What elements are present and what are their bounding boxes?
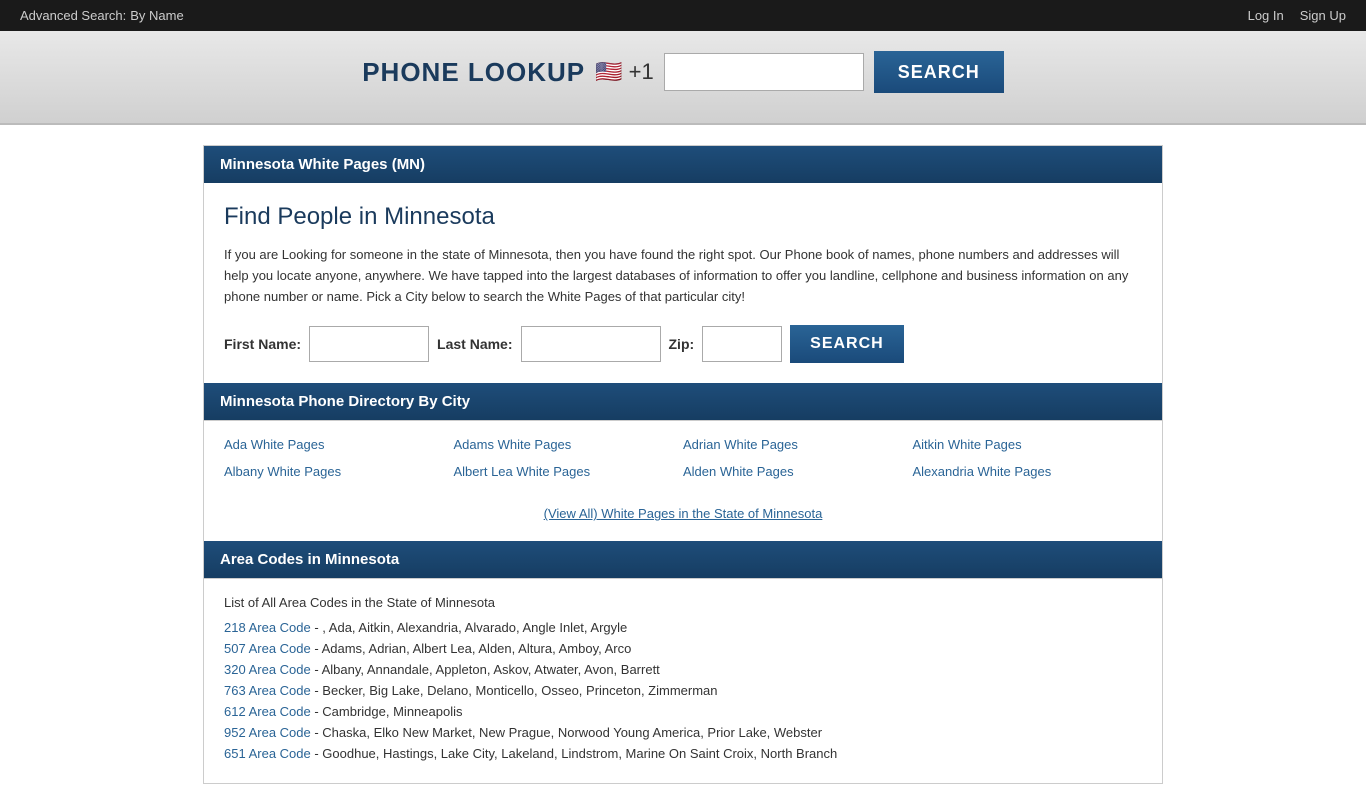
last-name-label: Last Name: bbox=[437, 336, 512, 352]
area-code-description: - , Ada, Aitkin, Alexandria, Alvarado, A… bbox=[311, 620, 628, 635]
area-code-link[interactable]: 218 Area Code bbox=[224, 620, 311, 635]
area-code-row: 763 Area Code - Becker, Big Lake, Delano… bbox=[224, 683, 1142, 698]
area-code-row: 218 Area Code - , Ada, Aitkin, Alexandri… bbox=[224, 620, 1142, 635]
area-code-link[interactable]: 651 Area Code bbox=[224, 746, 311, 761]
view-all-white-pages-link[interactable]: (View All) White Pages in the State of M… bbox=[544, 506, 823, 521]
area-code-row: 320 Area Code - Albany, Annandale, Apple… bbox=[224, 662, 1142, 677]
advanced-search-text: Advanced Search: bbox=[20, 8, 126, 23]
country-code: 🇺🇸 +1 bbox=[595, 59, 654, 85]
city-link[interactable]: Adams White Pages bbox=[454, 437, 684, 452]
area-code-description: - Chaska, Elko New Market, New Prague, N… bbox=[311, 725, 822, 740]
city-links-grid: Ada White PagesAdams White PagesAdrian W… bbox=[204, 421, 1162, 495]
city-link[interactable]: Ada White Pages bbox=[224, 437, 454, 452]
phone-number-input[interactable] bbox=[664, 53, 864, 91]
find-people-title: Find People in Minnesota bbox=[224, 203, 1142, 231]
area-code-link[interactable]: 612 Area Code bbox=[224, 704, 311, 719]
zip-input[interactable] bbox=[702, 326, 782, 362]
area-code-description: - Albany, Annandale, Appleton, Askov, At… bbox=[311, 662, 660, 677]
city-link[interactable]: Albert Lea White Pages bbox=[454, 464, 684, 479]
signup-link[interactable]: Sign Up bbox=[1300, 8, 1346, 23]
area-codes-content: List of All Area Codes in the State of M… bbox=[204, 579, 1162, 783]
city-link[interactable]: Adrian White Pages bbox=[683, 437, 913, 452]
area-code-link[interactable]: 763 Area Code bbox=[224, 683, 311, 698]
area-code-link[interactable]: 320 Area Code bbox=[224, 662, 311, 677]
flag-icon: 🇺🇸 bbox=[595, 59, 622, 84]
area-code-row: 612 Area Code - Cambridge, Minneapolis bbox=[224, 704, 1142, 719]
area-code-link[interactable]: 952 Area Code bbox=[224, 725, 311, 740]
find-people-section: Find People in Minnesota If you are Look… bbox=[204, 183, 1162, 383]
last-name-input[interactable] bbox=[521, 326, 661, 362]
city-link[interactable]: Aitkin White Pages bbox=[913, 437, 1143, 452]
mn-white-pages-title: Minnesota White Pages (MN) bbox=[220, 156, 425, 173]
find-people-description: If you are Looking for someone in the st… bbox=[224, 245, 1142, 307]
area-code-description: - Goodhue, Hastings, Lake City, Lakeland… bbox=[311, 746, 838, 761]
advanced-search-label: Advanced Search: By Name bbox=[20, 8, 184, 23]
area-code-description: - Adams, Adrian, Albert Lea, Alden, Altu… bbox=[311, 641, 632, 656]
login-link[interactable]: Log In bbox=[1248, 8, 1284, 23]
phone-search-button[interactable]: SEARCH bbox=[874, 51, 1004, 93]
phone-lookup-title: PHONE LOOKUP bbox=[362, 57, 585, 88]
zip-label: Zip: bbox=[669, 336, 695, 352]
area-code-row: 507 Area Code - Adams, Adrian, Albert Le… bbox=[224, 641, 1142, 656]
city-link[interactable]: Alexandria White Pages bbox=[913, 464, 1143, 479]
area-codes-header: Area Codes in Minnesota bbox=[204, 541, 1162, 578]
first-name-input[interactable] bbox=[309, 326, 429, 362]
people-search-button[interactable]: SEARCH bbox=[790, 325, 904, 363]
area-code-description: - Becker, Big Lake, Delano, Monticello, … bbox=[311, 683, 718, 698]
area-codes-list: 218 Area Code - , Ada, Aitkin, Alexandri… bbox=[224, 620, 1142, 761]
main-content: Minnesota White Pages (MN) Find People i… bbox=[203, 145, 1163, 784]
mn-white-pages-header: Minnesota White Pages (MN) bbox=[204, 146, 1162, 183]
first-name-label: First Name: bbox=[224, 336, 301, 352]
city-link[interactable]: Albany White Pages bbox=[224, 464, 454, 479]
directory-section: Ada White PagesAdams White PagesAdrian W… bbox=[204, 420, 1162, 541]
phone-lookup-form: PHONE LOOKUP 🇺🇸 +1 SEARCH bbox=[362, 51, 1004, 93]
area-code-row: 952 Area Code - Chaska, Elko New Market,… bbox=[224, 725, 1142, 740]
area-code-link[interactable]: 507 Area Code bbox=[224, 641, 311, 656]
view-all-container: (View All) White Pages in the State of M… bbox=[204, 495, 1162, 541]
area-codes-list-title: List of All Area Codes in the State of M… bbox=[224, 595, 1142, 610]
phone-directory-header: Minnesota Phone Directory By City bbox=[204, 383, 1162, 420]
phone-country-code: +1 bbox=[629, 59, 654, 84]
area-code-row: 651 Area Code - Goodhue, Hastings, Lake … bbox=[224, 746, 1142, 761]
auth-links: Log In Sign Up bbox=[1248, 8, 1346, 23]
phone-directory-title: Minnesota Phone Directory By City bbox=[220, 393, 470, 410]
by-name-link[interactable]: By Name bbox=[130, 8, 183, 23]
area-codes-section: List of All Area Codes in the State of M… bbox=[204, 578, 1162, 783]
top-navigation-bar: Advanced Search: By Name Log In Sign Up bbox=[0, 0, 1366, 31]
people-search-form: First Name: Last Name: Zip: SEARCH bbox=[224, 325, 1142, 363]
area-code-description: - Cambridge, Minneapolis bbox=[311, 704, 463, 719]
phone-lookup-section: PHONE LOOKUP 🇺🇸 +1 SEARCH bbox=[0, 31, 1366, 125]
area-codes-title: Area Codes in Minnesota bbox=[220, 551, 399, 568]
city-link[interactable]: Alden White Pages bbox=[683, 464, 913, 479]
